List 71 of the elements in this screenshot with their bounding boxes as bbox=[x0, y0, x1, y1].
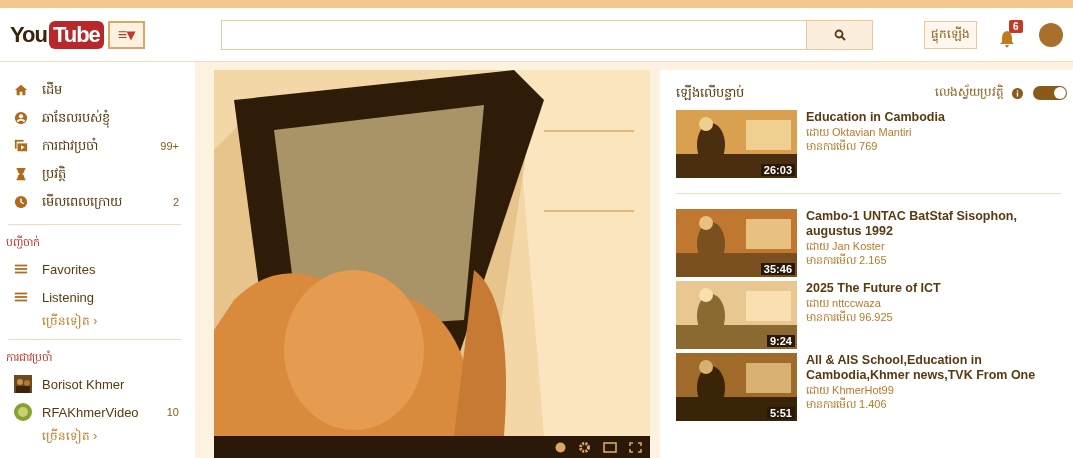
playlist-label: Favorites bbox=[42, 261, 97, 277]
video-title[interactable]: Cambo-1 UNTAC BatStaf Sisophon, augustus 1992 bbox=[806, 209, 1067, 239]
section-heading: បញ្ជីចាក់ bbox=[5, 234, 41, 251]
playlist-item[interactable]: Favorites bbox=[0, 255, 195, 283]
list-icon bbox=[14, 290, 28, 304]
sidebar-label: ការជាវប្រចាំ bbox=[42, 136, 99, 156]
subscription-item[interactable]: RFAKhmerVideo 10 bbox=[0, 398, 195, 426]
sidebar-label: ដើម bbox=[42, 80, 63, 99]
fullscreen-icon[interactable] bbox=[629, 441, 642, 453]
sidebar-item[interactable]: ដើម bbox=[0, 76, 195, 104]
channel-name: ដោយ KhmerHot99 bbox=[806, 383, 895, 397]
video-item[interactable]: 9:24 2025 The Future of ICT ដោយ nttccwaza មានការមើល 96.925 bbox=[676, 281, 1067, 349]
section-heading: ការជាវប្រចាំ bbox=[5, 349, 53, 366]
more-link[interactable]: ច្រើនទៀត › bbox=[42, 313, 98, 331]
logo-badge: Tube bbox=[48, 20, 104, 49]
item-count: 2 bbox=[172, 196, 179, 208]
view-count: មានការមើល 96.925 bbox=[806, 310, 894, 324]
video-item[interactable]: 26:03 Education in Cambodia ដោយ Oktavian Mantiri មានការមើល 769 bbox=[676, 110, 1067, 178]
item-count: 99+ bbox=[160, 140, 179, 152]
avatar[interactable] bbox=[1039, 22, 1063, 47]
sidebar-label: ឆានែលរបស់ខ្ញុំ bbox=[42, 108, 181, 128]
view-count: មានការមើល 2.165 bbox=[806, 253, 888, 267]
playlist-label: Listening bbox=[42, 289, 96, 305]
video-item[interactable]: 5:51 All & AIS School,Education in Cambodia,Khmer news,TVK From One ដោយ KhmerHot99 មានការមើល 1.406 bbox=[676, 353, 1067, 421]
info-icon[interactable] bbox=[1012, 87, 1023, 99]
video-title[interactable]: 2025 The Future of ICT bbox=[806, 281, 941, 296]
search-field[interactable] bbox=[221, 19, 808, 50]
view-count: មានការមើល 1.406 bbox=[806, 397, 888, 411]
search-button[interactable] bbox=[807, 19, 874, 50]
section-heading: ឡើងលើបន្ទាប់ bbox=[676, 83, 745, 103]
person-icon bbox=[14, 111, 28, 125]
video-item[interactable]: 35:46 Cambo-1 UNTAC BatStaf Sisophon, augustus 1992 ដោយ Jan Koster មានការមើល 2.165 bbox=[676, 209, 1067, 277]
sidebar-label: មើលពេលក្រោយ bbox=[42, 192, 123, 212]
clock-icon bbox=[14, 195, 28, 209]
sidebar-item[interactable]: ការជាវប្រចាំ 99+ bbox=[0, 132, 195, 160]
bell-icon bbox=[999, 29, 1015, 48]
subscriptions-icon bbox=[14, 139, 28, 153]
sidebar-item[interactable]: ឆានែលរបស់ខ្ញុំ bbox=[0, 104, 195, 132]
notification-count: 6 bbox=[1009, 19, 1023, 33]
playlist-item[interactable]: Listening bbox=[0, 283, 195, 311]
autoplay-toggle[interactable] bbox=[1033, 86, 1067, 100]
sidebar-item[interactable]: ប្រវត្តិ bbox=[0, 160, 195, 188]
video-duration: 9:24 bbox=[766, 335, 795, 347]
info-icon[interactable] bbox=[555, 441, 566, 453]
theater-icon[interactable] bbox=[603, 441, 617, 453]
settings-icon[interactable] bbox=[578, 440, 591, 454]
video-title[interactable]: Education in Cambodia bbox=[806, 110, 945, 125]
view-count: មានការមើល 769 bbox=[806, 139, 879, 153]
notifications-button[interactable]: 6 bbox=[997, 19, 1027, 50]
logo-text: You bbox=[10, 21, 47, 48]
upload-button[interactable]: ផ្ទុកឡើង bbox=[924, 20, 977, 49]
channel-name: RFAKhmerVideo bbox=[42, 404, 140, 420]
list-icon bbox=[14, 262, 28, 276]
channel-name: ដោយ Jan Koster bbox=[806, 239, 886, 253]
hourglass-icon bbox=[14, 167, 28, 181]
video-duration: 26:03 bbox=[760, 164, 795, 176]
channel-name: ដោយ Oktavian Mantiri bbox=[806, 125, 913, 139]
sidebar-item[interactable]: មើលពេលក្រោយ 2 bbox=[0, 188, 195, 216]
channel-name: Borisot Khmer bbox=[42, 376, 126, 392]
channel-name: ដោយ nttccwaza bbox=[806, 296, 882, 310]
more-link[interactable]: ច្រើនទៀត › bbox=[42, 428, 98, 446]
sidebar-label: ប្រវត្តិ bbox=[42, 164, 67, 184]
item-count: 10 bbox=[166, 406, 179, 418]
home-icon bbox=[14, 83, 28, 97]
search-icon bbox=[833, 28, 846, 41]
video-duration: 35:46 bbox=[760, 263, 795, 275]
subscription-item[interactable]: Borisot Khmer bbox=[0, 370, 195, 398]
autoplay-label: លេងស្វ័យប្រវត្តិ bbox=[935, 84, 1004, 101]
video-duration: 5:51 bbox=[766, 407, 795, 419]
video-title[interactable]: All & AIS School,Education in Cambodia,Khmer news,TVK From One bbox=[806, 353, 1067, 383]
menu-button[interactable]: ≡▾ bbox=[107, 20, 146, 49]
